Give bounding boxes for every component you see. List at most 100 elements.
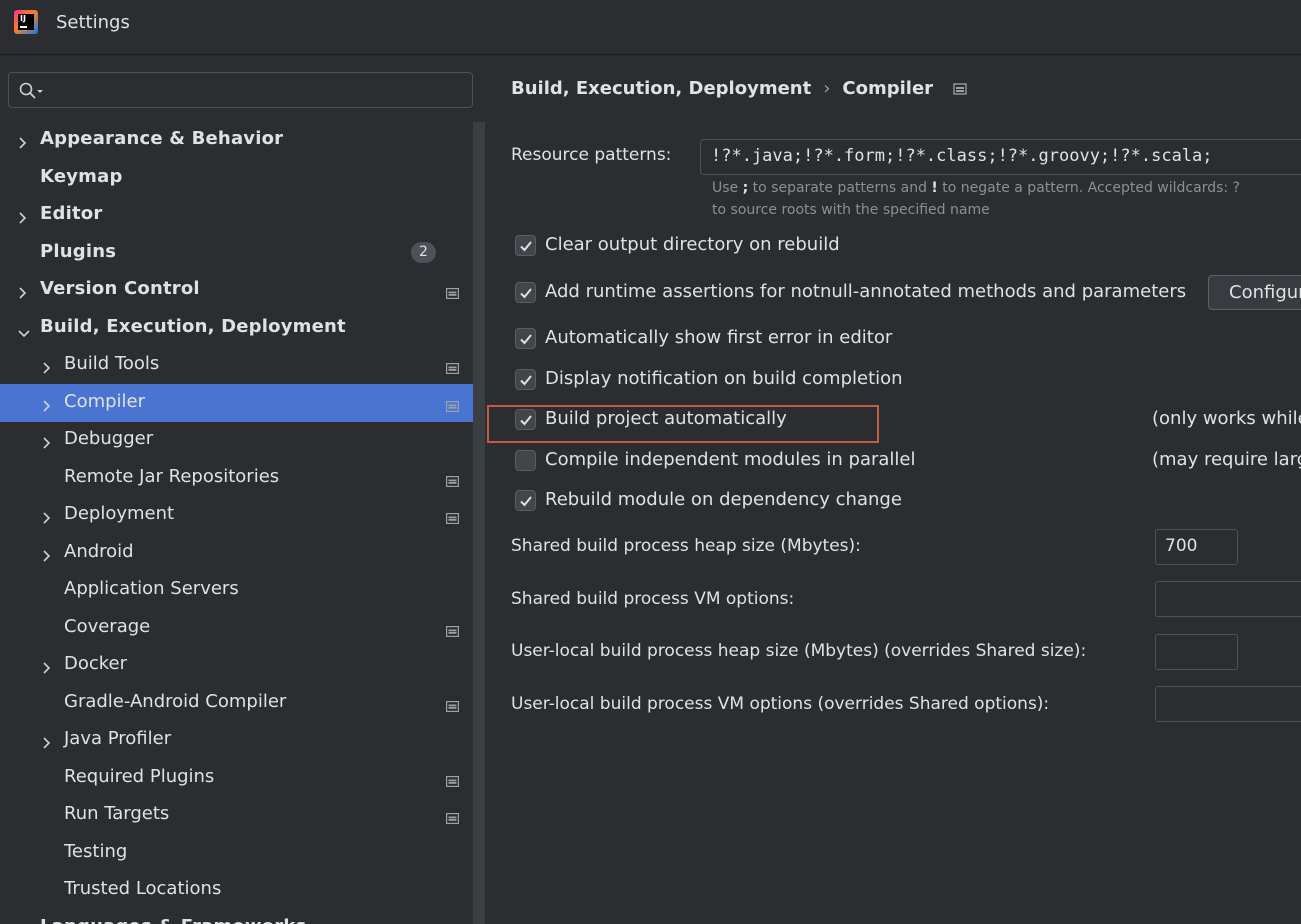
tree-item-label: Build, Execution, Deployment bbox=[40, 315, 346, 337]
configure-annotations-button[interactable]: Configure annotations... bbox=[1208, 275, 1301, 310]
tree-item-label: Appearance & Behavior bbox=[40, 128, 284, 149]
project-scope-icon bbox=[446, 397, 460, 412]
chevron-right-icon[interactable] bbox=[18, 284, 28, 299]
tree-item-application-servers[interactable]: Application Servers bbox=[0, 571, 485, 609]
chevron-right-icon[interactable] bbox=[42, 547, 52, 562]
tree-item-required-plugins[interactable]: Required Plugins bbox=[0, 759, 485, 797]
tree-item-label: Build Tools bbox=[64, 353, 160, 374]
breadcrumb: Build, Execution, Deployment › Compiler bbox=[511, 78, 968, 99]
project-scope-icon bbox=[446, 284, 460, 300]
build-auto-note: (only works while not running / debuggin… bbox=[1152, 408, 1301, 429]
chevron-right-icon[interactable] bbox=[18, 134, 28, 149]
checkbox-label: Display notification on build completion bbox=[545, 368, 903, 389]
tree-item-keymap[interactable]: Keymap bbox=[0, 159, 485, 197]
shared-vm-input[interactable] bbox=[1155, 581, 1301, 617]
sidebar-scrollbar[interactable] bbox=[473, 122, 485, 924]
tree-item-remote-jar-repositories[interactable]: Remote Jar Repositories bbox=[0, 459, 485, 497]
tree-item-java-profiler[interactable]: Java Profiler bbox=[0, 721, 485, 759]
compiler-settings-panel: Build, Execution, Deployment › Compiler Re… bbox=[485, 56, 1301, 924]
tree-item-label: Docker bbox=[64, 653, 128, 674]
tree-item-label: Deployment bbox=[64, 503, 175, 524]
checkbox[interactable] bbox=[515, 282, 536, 303]
chevron-right-icon[interactable] bbox=[42, 434, 52, 449]
checkbox[interactable] bbox=[515, 450, 536, 471]
tree-item-debugger[interactable]: Debugger bbox=[0, 421, 485, 459]
count-badge: 2 bbox=[411, 241, 436, 263]
checkbox[interactable] bbox=[515, 490, 536, 511]
user-heap-input[interactable] bbox=[1155, 634, 1238, 670]
tree-item-appearance-behavior[interactable]: Appearance & Behavior bbox=[0, 121, 485, 159]
project-scope-icon bbox=[446, 809, 460, 825]
tree-item-plugins[interactable]: Plugins 2 bbox=[0, 234, 485, 272]
tree-item-label: Application Servers bbox=[64, 578, 239, 599]
tree-item-gradle-android-compiler[interactable]: Gradle-Android Compiler bbox=[0, 684, 485, 722]
project-scope-icon bbox=[446, 622, 460, 637]
resource-patterns-hint-line2: to source roots with the specified name bbox=[712, 202, 990, 218]
chevron-right-icon[interactable] bbox=[42, 734, 52, 749]
tree-item-version-control[interactable]: Version Control bbox=[0, 271, 485, 309]
chevron-right-icon[interactable] bbox=[42, 359, 52, 374]
search-input[interactable] bbox=[49, 77, 469, 103]
tree-item-label: Debugger bbox=[64, 428, 154, 449]
resource-patterns-label: Resource patterns: bbox=[511, 145, 672, 165]
tree-item-editor[interactable]: Editor bbox=[0, 196, 485, 234]
breadcrumb-separator: › bbox=[823, 78, 831, 99]
highlight-annotation-box bbox=[487, 405, 879, 443]
tree-item-label: Remote Jar Repositories bbox=[64, 465, 280, 487]
chevron-right-icon[interactable] bbox=[18, 209, 28, 224]
resource-patterns-input[interactable]: !?*.java;!?*.form;!?*.class;!?*.groovy;!… bbox=[700, 139, 1301, 175]
checkbox[interactable] bbox=[515, 369, 536, 390]
checkbox-label: Clear output directory on rebuild bbox=[545, 234, 840, 255]
checkbox-label: Automatically show first error in editor bbox=[545, 327, 893, 348]
tree-item-label: Testing bbox=[64, 840, 128, 862]
chevron-right-icon[interactable] bbox=[42, 397, 52, 412]
breadcrumb-parent[interactable]: Build, Execution, Deployment bbox=[511, 78, 811, 99]
search-icon[interactable] bbox=[19, 82, 45, 100]
tree-item-label: Gradle-Android Compiler bbox=[64, 690, 287, 712]
tree-item-languages-frameworks[interactable]: Languages & Frameworks bbox=[0, 909, 485, 924]
tree-item-label: Editor bbox=[40, 203, 103, 224]
logo-bar bbox=[20, 26, 27, 28]
tree-item-label: Trusted Locations bbox=[64, 878, 222, 899]
tree-item-trusted-locations[interactable]: Trusted Locations bbox=[0, 871, 485, 909]
chevron-right-icon[interactable] bbox=[42, 659, 52, 674]
tree-item-docker[interactable]: Docker bbox=[0, 646, 485, 684]
user-vm-label: User-local build process VM options (ove… bbox=[511, 694, 1050, 714]
project-scope-icon bbox=[446, 697, 460, 712]
logo-text: IJ bbox=[20, 14, 26, 23]
project-scope-icon bbox=[446, 772, 460, 787]
user-heap-label: User-local build process heap size (Mbyt… bbox=[511, 641, 1087, 661]
checkbox-label: Add runtime assertions for notnull-annot… bbox=[545, 281, 1187, 302]
tree-item-label: Required Plugins bbox=[64, 765, 215, 787]
settings-tree: Appearance & Behavior Keymap Editor Plugins… bbox=[0, 120, 485, 924]
tree-item-run-targets[interactable]: Run Targets bbox=[0, 796, 485, 834]
intellij-logo-icon: IJ bbox=[14, 10, 38, 34]
project-scope-icon bbox=[446, 509, 460, 525]
tree-item-build-tools[interactable]: Build Tools bbox=[0, 346, 485, 384]
checkbox-label: Rebuild module on dependency change bbox=[545, 489, 902, 510]
tree-item-label: Android bbox=[64, 540, 134, 562]
shared-heap-input[interactable]: 700 bbox=[1155, 529, 1238, 565]
tree-item-deployment[interactable]: Deployment bbox=[0, 496, 485, 534]
chevron-right-icon[interactable] bbox=[42, 509, 52, 524]
tree-item-label: Run Targets bbox=[64, 803, 170, 824]
settings-search-box[interactable] bbox=[8, 72, 473, 108]
shared-vm-label: Shared build process VM options: bbox=[511, 589, 795, 609]
tree-item-label: Plugins bbox=[40, 240, 117, 262]
tree-item-label: Version Control bbox=[40, 278, 200, 299]
parallel-note: (may require larger heap size) bbox=[1152, 449, 1301, 470]
project-scope-icon bbox=[446, 359, 460, 375]
tree-item-label: Java Profiler bbox=[64, 728, 172, 749]
user-vm-input[interactable] bbox=[1155, 686, 1301, 722]
tree-item-coverage[interactable]: Coverage bbox=[0, 609, 485, 647]
checkbox[interactable] bbox=[515, 328, 536, 349]
tree-item-compiler[interactable]: Compiler bbox=[0, 383, 485, 422]
checkbox[interactable] bbox=[515, 235, 536, 256]
tree-item-label: Coverage bbox=[64, 615, 151, 637]
chevron-down-icon[interactable] bbox=[18, 324, 30, 337]
tree-item-label: Compiler bbox=[64, 390, 146, 412]
tree-item-android[interactable]: Android bbox=[0, 534, 485, 572]
tree-item-build-execution-deployment[interactable]: Build, Execution, Deployment bbox=[0, 309, 485, 347]
resource-patterns-hint: Use ; to separate patterns and ! to nega… bbox=[712, 180, 1240, 196]
tree-item-testing[interactable]: Testing bbox=[0, 834, 485, 872]
